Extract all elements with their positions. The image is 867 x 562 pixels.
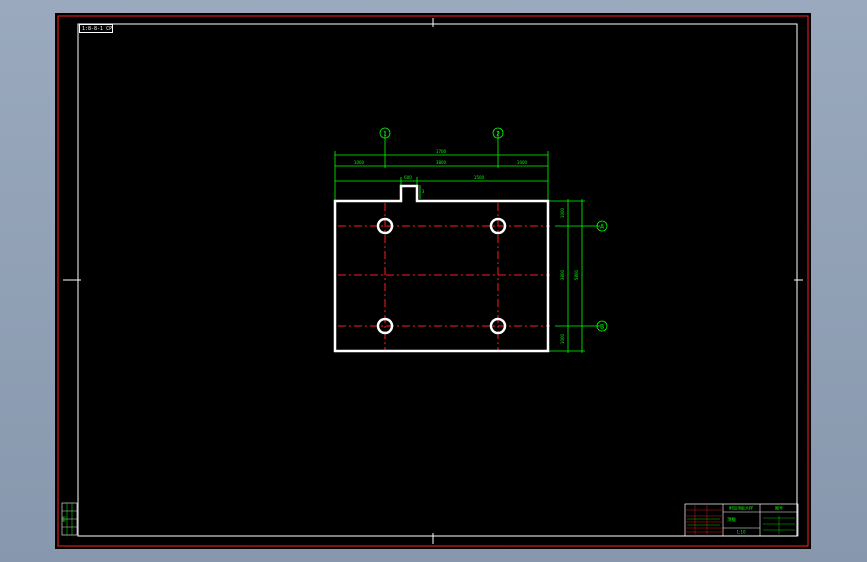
axis-label-a: A	[600, 224, 605, 231]
center-marks	[63, 18, 803, 544]
drawing-border	[77, 23, 798, 537]
axis-label-1: 1	[383, 131, 387, 138]
title-project: 附加顶板大样	[729, 505, 753, 511]
dim-segment-right: 1000	[517, 160, 528, 165]
dim-notch-offset: 1500	[474, 175, 485, 180]
dim-notch-depth: 3	[422, 189, 425, 194]
axis-label-b: B	[600, 324, 604, 331]
dim-notch-width: 600	[404, 175, 412, 180]
drawing-canvas[interactable]: 1 2 A B 1700 1000 3800 1000 600 1500 3 1…	[55, 13, 811, 549]
centerlines	[338, 203, 550, 351]
axis-label-2: 2	[496, 131, 500, 138]
dim-right-top: 1000	[560, 207, 565, 218]
axis-bubbles	[379, 127, 608, 332]
title-sheet: 图号	[775, 505, 783, 511]
dim-overall-width: 1700	[436, 149, 447, 154]
drawing-viewport[interactable]: 1 2 A B 1700 1000 3800 1000 600 1500 3 1…	[55, 13, 811, 549]
dim-right-bottom: 1000	[560, 333, 565, 344]
revision-label: 修改	[61, 516, 66, 522]
dim-overall-height: 5800	[574, 269, 579, 280]
sheet-label: 1:8-8-1 CP	[79, 24, 113, 33]
title-scale: 1:10	[737, 530, 746, 535]
bolt-holes	[376, 217, 507, 335]
dim-right-mid: 3800	[560, 269, 565, 280]
title-drawing-name: 顶板	[727, 516, 736, 523]
dim-segment-mid: 3800	[436, 160, 447, 165]
outer-frame	[57, 15, 809, 547]
dim-segment-left: 1000	[354, 160, 365, 165]
dimension-lines	[334, 131, 600, 353]
